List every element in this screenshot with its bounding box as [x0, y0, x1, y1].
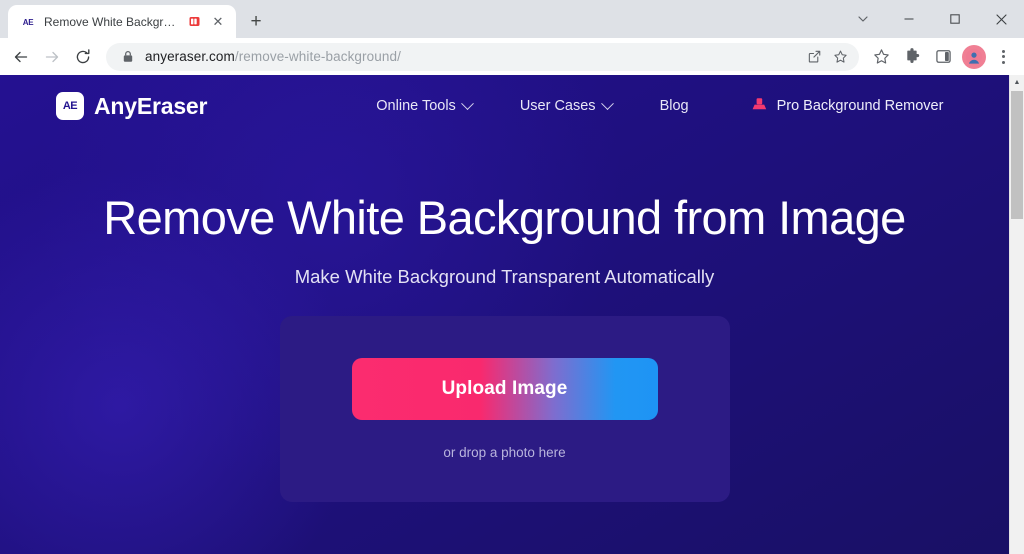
back-arrow-icon[interactable]	[6, 42, 36, 72]
three-dots-menu-icon[interactable]	[990, 42, 1016, 72]
upload-image-button[interactable]: Upload Image	[351, 357, 658, 420]
brand-mark-icon: AE	[56, 92, 84, 120]
page-subtitle: Make White Background Transparent Automa…	[294, 265, 715, 287]
nav-item-blog[interactable]: Blog	[636, 92, 713, 120]
nav-item-user-cases[interactable]: User Cases	[496, 92, 636, 120]
url-path: /remove-white-background/	[234, 49, 401, 64]
hero-section: Remove White Background from Image Make …	[0, 137, 1009, 502]
scrollbar-thumb[interactable]	[1011, 91, 1023, 219]
side-panel-icon[interactable]	[928, 42, 958, 72]
maximize-icon[interactable]	[932, 2, 978, 36]
tab-title: Remove White Background	[44, 14, 180, 29]
chevron-down-icon	[460, 96, 474, 110]
tab-close-button[interactable]: ✕	[209, 13, 227, 31]
browser-toolbar: anyeraser.com/remove-white-background/	[0, 38, 1024, 75]
brand-logo[interactable]: AE AnyEraser	[56, 92, 207, 120]
nav-label: User Cases	[519, 98, 596, 114]
profile-avatar-icon[interactable]	[962, 44, 986, 69]
tab-strip: AE Remove White Background ✕ +	[0, 0, 1024, 38]
drop-hint-text: or drop a photo here	[443, 444, 566, 460]
svg-text:AE: AE	[23, 18, 34, 27]
page-scrollbar[interactable]: ▲	[1009, 75, 1024, 554]
brand-name: AnyEraser	[94, 92, 208, 119]
minimize-icon[interactable]	[886, 2, 932, 36]
forward-arrow-icon[interactable]	[37, 42, 67, 72]
lock-icon	[120, 49, 136, 65]
web-page: AE AnyEraser Online Tools User Cases Blo…	[0, 75, 1009, 554]
reload-icon[interactable]	[68, 42, 98, 72]
site-nav: Online Tools User Cases Blog	[352, 92, 712, 120]
browser-window: AE Remove White Background ✕ + anyeraser…	[0, 0, 1024, 554]
scrollbar-up-arrow-icon[interactable]: ▲	[1010, 75, 1024, 90]
address-bar[interactable]: anyeraser.com/remove-white-background/	[106, 42, 859, 71]
chevron-down-icon	[600, 96, 614, 110]
new-tab-button[interactable]: +	[242, 7, 270, 35]
nav-label: Online Tools	[376, 98, 456, 114]
puzzle-piece-icon[interactable]	[897, 42, 927, 72]
upload-dropzone[interactable]: Upload Image or drop a photo here	[279, 315, 730, 502]
tab-search-chevron-down-icon[interactable]	[840, 2, 886, 36]
site-header: AE AnyEraser Online Tools User Cases Blo…	[0, 75, 1009, 137]
bookmark-star-icon[interactable]	[827, 44, 853, 70]
eraser-icon	[751, 97, 768, 116]
share-icon[interactable]	[801, 44, 827, 70]
browser-tab[interactable]: AE Remove White Background ✕	[8, 5, 236, 38]
nav-label: Blog	[659, 98, 689, 114]
star-icon[interactable]	[866, 42, 896, 72]
url-host: anyeraser.com	[145, 49, 235, 64]
page-viewport: AE AnyEraser Online Tools User Cases Blo…	[0, 75, 1024, 554]
window-controls	[840, 0, 1024, 38]
page-title: Remove White Background from Image	[103, 191, 906, 244]
window-close-icon[interactable]	[978, 2, 1024, 36]
speaker-muted-indicator-icon	[188, 15, 201, 28]
pro-link-label: Pro Background Remover	[776, 98, 944, 114]
pro-background-remover-link[interactable]: Pro Background Remover	[751, 97, 944, 116]
anyeraser-logo-icon: AE	[20, 13, 36, 30]
nav-item-online-tools[interactable]: Online Tools	[352, 92, 496, 120]
url-text: anyeraser.com/remove-white-background/	[145, 49, 801, 64]
